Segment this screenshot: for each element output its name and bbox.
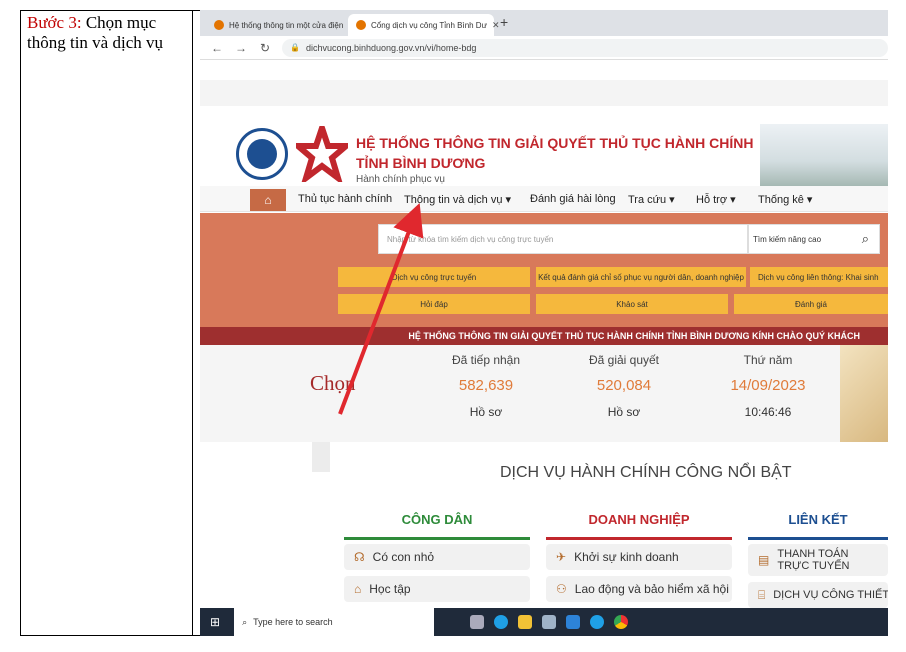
close-icon[interactable]: ✕ <box>492 20 500 31</box>
search-input[interactable]: Nhập từ khóa tìm kiếm dịch vụ công trực … <box>378 224 748 254</box>
quick-link-faq[interactable]: Hỏi đáp <box>338 294 530 314</box>
rocket-icon: ✈ <box>556 550 567 564</box>
new-tab-icon[interactable]: + <box>500 14 508 30</box>
windows-start-icon[interactable]: ⊞ <box>210 615 220 629</box>
menu-thong-tin-va-dich-vu[interactable]: Thông tin và dịch vụ ▾ <box>404 193 511 206</box>
column-citizen-title[interactable]: CÔNG DÂN <box>344 512 530 527</box>
stat-resolved-value: 520,084 <box>596 377 652 394</box>
chrome-icon[interactable] <box>614 615 629 629</box>
service-item-lao-dong-bao-hiem[interactable]: ⚇ Lao động và bảo hiểm xã hội <box>546 576 732 602</box>
back-icon[interactable]: ← <box>210 41 224 55</box>
stat-day-label: Thứ năm <box>743 353 793 367</box>
quick-link-survey[interactable]: Khảo sát <box>536 294 728 314</box>
file-explorer-icon[interactable] <box>518 615 533 629</box>
side-decoration <box>312 442 330 472</box>
service-item-hoc-tap[interactable]: ⌂ Học tập <box>344 576 530 602</box>
browser-screenshot: Hệ thống thông tin một cửa điện ✕ Cổng d… <box>200 10 888 636</box>
address-bar: ← → ↻ 🔒 dichvucong.binhduong.gov.vn/vi/h… <box>200 36 888 60</box>
web-page: HỆ THỐNG THÔNG TIN GIẢI QUYẾT THỦ TỤC HÀ… <box>200 80 888 636</box>
mail-icon[interactable] <box>566 615 581 629</box>
link-public-services[interactable]: ⌸ DỊCH VỤ CÔNG THIẾT <box>748 582 888 608</box>
store-icon[interactable] <box>542 615 557 629</box>
browser-tab-bar: Hệ thống thông tin một cửa điện ✕ Cổng d… <box>200 10 888 36</box>
column-links-underline <box>748 537 888 540</box>
payment-icon: ▤ <box>758 553 770 567</box>
featured-services-title: DỊCH VỤ HÀNH CHÍNH CÔNG NỔI BẬT <box>500 464 792 481</box>
search-icon: ⌕ <box>242 616 248 627</box>
column-business-title[interactable]: DOANH NGHIỆP <box>546 512 732 527</box>
browser-tab-1[interactable]: Hệ thống thông tin một cửa điện ✕ <box>206 14 356 36</box>
task-view-icon[interactable] <box>470 615 485 629</box>
city-background-image <box>760 124 888 186</box>
menu-danh-gia-hai-long[interactable]: Đánh giá hài lòng <box>530 193 616 205</box>
url-text: dichvucong.binhduong.gov.vn/vi/home-bdg <box>305 42 477 53</box>
binh-duong-logo <box>236 128 288 180</box>
lotus-decoration <box>840 345 888 442</box>
stat-received-label: Đã tiếp nhận <box>451 353 521 367</box>
workers-icon: ⚇ <box>556 582 567 596</box>
main-menu: ⌂ Thủ tục hành chính Thông tin và dịch v… <box>200 186 888 212</box>
stat-time-value: 10:46:46 <box>744 405 792 419</box>
service-item-co-con-nho[interactable]: ☊ Có con nhỏ <box>344 544 530 570</box>
quick-link-online-services[interactable]: Dịch vụ công trực tuyến <box>338 267 530 287</box>
edge-icon[interactable] <box>590 615 605 629</box>
lock-icon: 🔒 <box>290 43 300 52</box>
stat-resolved-unit: Hồ sơ <box>607 405 641 419</box>
top-strip <box>200 80 888 106</box>
welcome-marquee: HỆ THỐNG THÔNG TIN GIẢI QUYẾT THỦ TỤC HÀ… <box>200 327 888 345</box>
search-icon[interactable]: ⌕ <box>862 231 869 247</box>
home-icon[interactable]: ⌂ <box>250 189 286 211</box>
site-title: HỆ THỐNG THÔNG TIN GIẢI QUYẾT THỦ TỤC HÀ… <box>356 135 754 171</box>
quick-link-linked-services[interactable]: Dịch vụ công liên thông: Khai sinh <box>750 267 888 287</box>
annotation-label: Chọn <box>310 371 356 395</box>
menu-thong-ke[interactable]: Thống kê ▾ <box>758 193 812 206</box>
site-subtitle: Hành chính phục vụ <box>356 174 445 185</box>
site-favicon-icon <box>214 20 224 30</box>
menu-tra-cuu[interactable]: Tra cứu ▾ <box>628 193 675 206</box>
edge-icon[interactable] <box>494 615 509 629</box>
quick-link-rating[interactable]: Đánh giá <box>734 294 888 314</box>
site-header: HỆ THỐNG THÔNG TIN GIẢI QUYẾT THỦ TỤC HÀ… <box>200 106 888 186</box>
column-business-underline <box>546 537 732 540</box>
url-input[interactable]: 🔒 dichvucong.binhduong.gov.vn/vi/home-bd… <box>282 38 888 57</box>
tab-title: Hệ thống thông tin một cửa điện <box>229 20 344 30</box>
stat-received-unit: Hồ sơ <box>469 405 503 419</box>
stat-resolved-label: Đã giải quyết <box>588 353 660 367</box>
service-item-khoi-su-kinh-doanh[interactable]: ✈ Khởi sự kinh doanh <box>546 544 732 570</box>
link-online-payment[interactable]: ▤ THANH TOÁN TRỰC TUYẾN <box>748 544 888 576</box>
menu-thu-tuc-hanh-chinh[interactable]: Thủ tục hành chính <box>298 193 392 205</box>
taskbar-search-input[interactable]: ⌕ Type here to search <box>234 608 435 636</box>
windows-taskbar: ⊞ ⌕ Type here to search <box>200 608 888 636</box>
column-citizen-underline <box>344 537 530 540</box>
reload-icon[interactable]: ↻ <box>258 41 272 55</box>
stat-received-value: 582,639 <box>458 377 514 394</box>
step-number: Bước 3: <box>27 13 82 32</box>
quick-link-evaluation-results[interactable]: Kết quả đánh giá chỉ số phục vụ người dâ… <box>536 267 746 287</box>
site-favicon-icon <box>356 20 366 30</box>
graduation-cap-icon: ⌂ <box>354 582 362 596</box>
stat-date-value: 14/09/2023 <box>730 377 806 394</box>
search-banner: Nhập từ khóa tìm kiếm dịch vụ công trực … <box>200 213 888 345</box>
baby-icon: ☊ <box>354 550 365 564</box>
forward-icon[interactable]: → <box>234 41 248 55</box>
advanced-search-button[interactable]: Tìm kiếm nâng cao ⌕ <box>748 224 880 254</box>
statistics-panel: Chọn Đã tiếp nhận 582,639 Hồ sơ Đã giải … <box>200 345 888 442</box>
step-instruction-cell: Bước 3: Chọn mục thông tin và dịch vụ <box>21 11 193 635</box>
building-icon: ⌸ <box>758 588 766 602</box>
column-links-title[interactable]: LIÊN KẾT <box>748 512 888 527</box>
tab-title: Cổng dịch vụ công Tỉnh Bình Dư <box>371 20 487 30</box>
browser-tab-2[interactable]: Cổng dịch vụ công Tỉnh Bình Dư ✕ <box>348 14 500 36</box>
menu-ho-tro[interactable]: Hỗ trợ ▾ <box>696 193 736 206</box>
featured-services: DỊCH VỤ HÀNH CHÍNH CÔNG NỔI BẬT CÔNG DÂN… <box>200 442 888 636</box>
national-emblem-logo <box>296 126 348 182</box>
